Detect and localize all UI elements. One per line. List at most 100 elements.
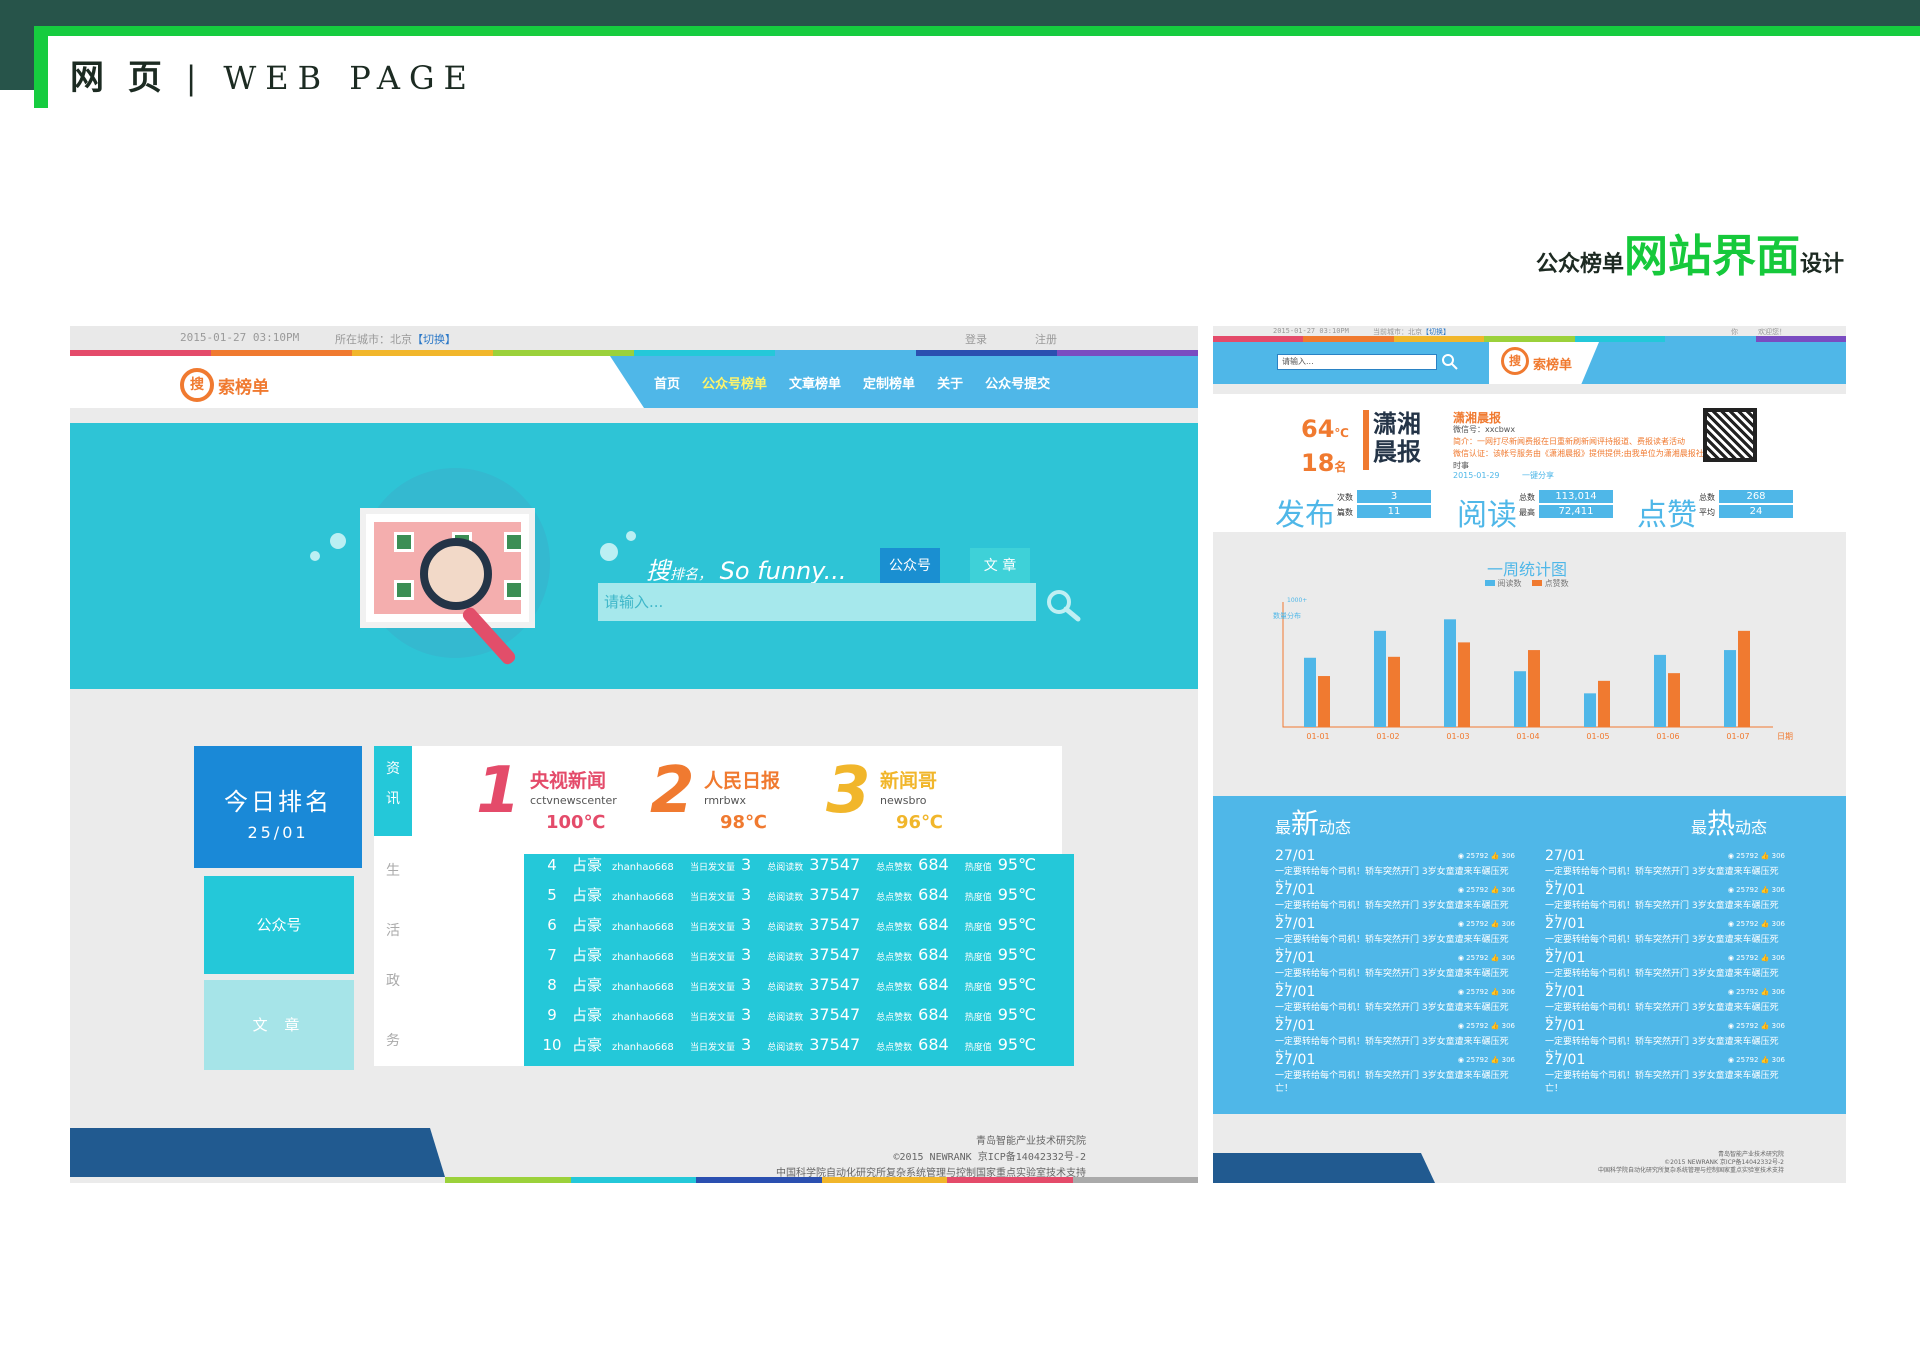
nav-articles[interactable]: 文章榜单 [789,373,841,392]
list-item[interactable]: ◉ 25792 👍 306 27/01 一定要转给每个司机！轿车突然开门 3岁女童遭… [1545,1052,1785,1094]
hot-news-heading: 最热动态 [1691,807,1768,840]
eye-icon: ◉ [1727,852,1734,860]
rank-number: 7 [547,946,557,964]
news-panel: 最新动态 最热动态 ◉ 25792 👍 306 27/01 一定要转给每个司机！轿车… [1213,796,1846,1114]
x-tick-label: 01-06 [1656,732,1679,741]
register-link[interactable]: 注册 [1035,331,1057,347]
share-button[interactable]: 一键分享 [1522,471,1554,480]
ranking-section: 今日排名 25/01 公众号 文 章 资讯 生活 政务 1 央视新闻 cctvn… [182,746,1090,1096]
thumb-icon: 👍 [1490,1056,1500,1064]
eye-icon: ◉ [1727,1056,1734,1064]
bar-reads [1444,619,1456,727]
account-name: 占豪 [572,856,603,874]
table-row[interactable]: 8 占豪 zhanhao668 当日发文量 3 总阅读数 37547 总点赞数 684 热度值 95… [524,974,1074,1004]
eye-icon: ◉ [1457,1022,1464,1030]
bar-likes [1598,680,1610,727]
nav-custom[interactable]: 定制榜单 [863,373,915,392]
bar-likes [1668,673,1680,727]
category-articles-button[interactable]: 文 章 [204,980,354,1070]
site-logo[interactable]: 搜 索榜单 [1489,342,1599,384]
bar-reads [1584,693,1596,727]
person-icon [394,580,414,600]
bar-reads [1724,650,1736,727]
nav-submit[interactable]: 公众号提交 [985,373,1050,392]
list-item[interactable]: ◉ 25792 👍 306 27/01 一定要转给每个司机！轿车突然开门 3岁女童遭… [1545,882,1785,924]
login-link[interactable]: 登录 [965,331,987,347]
main-nav: 首页 公众号榜单 文章榜单 定制榜单 关于 公众号提交 [610,356,1198,408]
category-accounts-button[interactable]: 公众号 [204,876,354,974]
top-green-line [0,26,1920,36]
rank-number: 8 [547,976,557,994]
thumb-icon: 👍 [1760,852,1770,860]
nav-accounts[interactable]: 公众号榜单 [702,373,767,392]
person-icon [504,580,524,600]
x-tick-label: 01-07 [1726,732,1749,741]
table-row[interactable]: 7 占豪 zhanhao668 当日发文量 3 总阅读数 37547 总点赞数 684 热度值 95… [524,944,1074,974]
rank-number: 5 [547,886,557,904]
list-item[interactable]: ◉ 25792 👍 306 27/01 一定要转给每个司机！轿车突然开门 3岁女童遭… [1275,984,1515,1026]
account-name: 占豪 [572,916,603,934]
design-title: 公众榜单网站界面设计 [1535,231,1844,282]
list-item[interactable]: ◉ 25792 👍 306 27/01 一定要转给每个司机！轿车突然开门 3岁女童遭… [1275,882,1515,924]
list-item[interactable]: ◉ 25792 👍 306 27/01 一定要转给每个司机！轿车突然开门 3岁女童遭… [1275,848,1515,890]
hero-slogan: 搜排名， So funny... [646,557,847,585]
table-row[interactable]: 5 占豪 zhanhao668 当日发文量 3 总阅读数 37547 总点赞数 684 热度值 95… [524,884,1074,914]
top-rank-1[interactable]: 1 央视新闻 cctvnewscenter 100℃ [446,754,646,834]
search-tab-articles[interactable]: 文 章 [970,548,1030,584]
site-logo[interactable]: 搜 索榜单 [180,368,269,402]
list-item[interactable]: ◉ 25792 👍 306 27/01 一定要转给每个司机！轿车突然开门 3岁女童遭… [1545,916,1785,958]
tab-life[interactable]: 生活 [374,856,412,946]
list-item[interactable]: ◉ 25792 👍 306 27/01 一定要转给每个司机！轿车突然开门 3岁女童遭… [1545,1018,1785,1060]
list-item[interactable]: ◉ 25792 👍 306 27/01 一定要转给每个司机！轿车突然开门 3岁女童遭… [1275,1052,1515,1094]
tab-politics[interactable]: 政务 [374,966,412,1056]
search-icon[interactable] [1441,353,1459,371]
table-row[interactable]: 10 占豪 zhanhao668 当日发文量 3 总阅读数 37547 总点赞数 684 热度值 9… [524,1034,1074,1064]
account-name: 占豪 [572,946,603,964]
thumb-icon: 👍 [1760,988,1770,996]
rank-number: 9 [547,1006,557,1024]
list-item[interactable]: ◉ 25792 👍 306 27/01 一定要转给每个司机！轿车突然开门 3岁女童遭… [1545,984,1785,1026]
list-item[interactable]: ◉ 25792 👍 306 27/01 一定要转给每个司机！轿车突然开门 3岁女童遭… [1545,848,1785,890]
table-row[interactable]: 4 占豪 zhanhao668 当日发文量 3 总阅读数 37547 总点赞数 684 热度值 95… [524,854,1074,884]
top-rank-2[interactable]: 2 人民日报 rmrbwx 98℃ [620,754,820,834]
table-row[interactable]: 6 占豪 zhanhao668 当日发文量 3 总阅读数 37547 总点赞数 684 热度值 95… [524,914,1074,944]
temperature-rank: 64℃ 18名 [1301,415,1349,477]
chart-legend: 阅读数 点赞数 [1485,578,1569,589]
hero-search-box [598,583,1036,621]
table-row[interactable]: 9 占豪 zhanhao668 当日发文量 3 总阅读数 37547 总点赞数 684 热度值 95… [524,1004,1074,1034]
right-search-input[interactable]: 请输入... [1277,354,1437,370]
nav-home[interactable]: 首页 [654,373,680,392]
account-id: zhanhao668 [612,922,674,933]
city-switch-link[interactable]: 【切换】 [412,333,456,346]
left-footer: 青岛智能产业技术研究院 ©2015 NEWRANK 京ICP备14042332号… [70,1128,1198,1183]
bar-reads [1304,657,1316,727]
list-item[interactable]: ◉ 25792 👍 306 27/01 一定要转给每个司机！轿车突然开门 3岁女童遭… [1275,1018,1515,1060]
x-tick-label: 01-02 [1376,732,1399,741]
right-mockup: 2015-01-27 03:10PM 当前城市：北京【切换】 你 欢迎您！ 请输… [1213,326,1846,1183]
list-item[interactable]: ◉ 25792 👍 306 27/01 一定要转给每个司机！轿车突然开门 3岁女童遭… [1275,916,1515,958]
search-icon[interactable] [1044,588,1084,624]
eye-icon: ◉ [1457,852,1464,860]
tab-news[interactable]: 资讯 [374,746,412,836]
list-item[interactable]: ◉ 25792 👍 306 27/01 一定要转给每个司机！轿车突然开门 3岁女童遭… [1545,950,1785,992]
thumb-icon: 👍 [1760,920,1770,928]
account-id: zhanhao668 [612,952,674,963]
page-heading: 网 页 | WEB PAGE [70,58,476,98]
thumb-icon: 👍 [1760,954,1770,962]
bar-reads [1514,671,1526,727]
account-id: zhanhao668 [612,1042,674,1053]
eye-icon: ◉ [1457,920,1464,928]
hot-news-list: ◉ 25792 👍 306 27/01 一定要转给每个司机！轿车突然开门 3岁女童遭… [1545,848,1785,1094]
left-dark-block [0,26,34,90]
bar-likes [1388,656,1400,727]
bar-chart: 01-01 01-02 01-03 01-04 01-05 01-06 01-07 日期 数量分… [1273,597,1793,741]
list-item[interactable]: ◉ 25792 👍 306 27/01 一定要转给每个司机！轿车突然开门 3岁女童遭… [1275,950,1515,992]
left-green-block [34,36,48,108]
bar-reads [1374,630,1386,727]
top-rank-3[interactable]: 3 新闻哥 newsbro 96℃ [796,754,996,834]
eye-icon: ◉ [1727,954,1734,962]
search-tab-accounts[interactable]: 公众号 [880,548,940,584]
eye-icon: ◉ [1457,886,1464,894]
search-input[interactable] [598,583,1036,621]
nav-about[interactable]: 关于 [937,373,963,392]
